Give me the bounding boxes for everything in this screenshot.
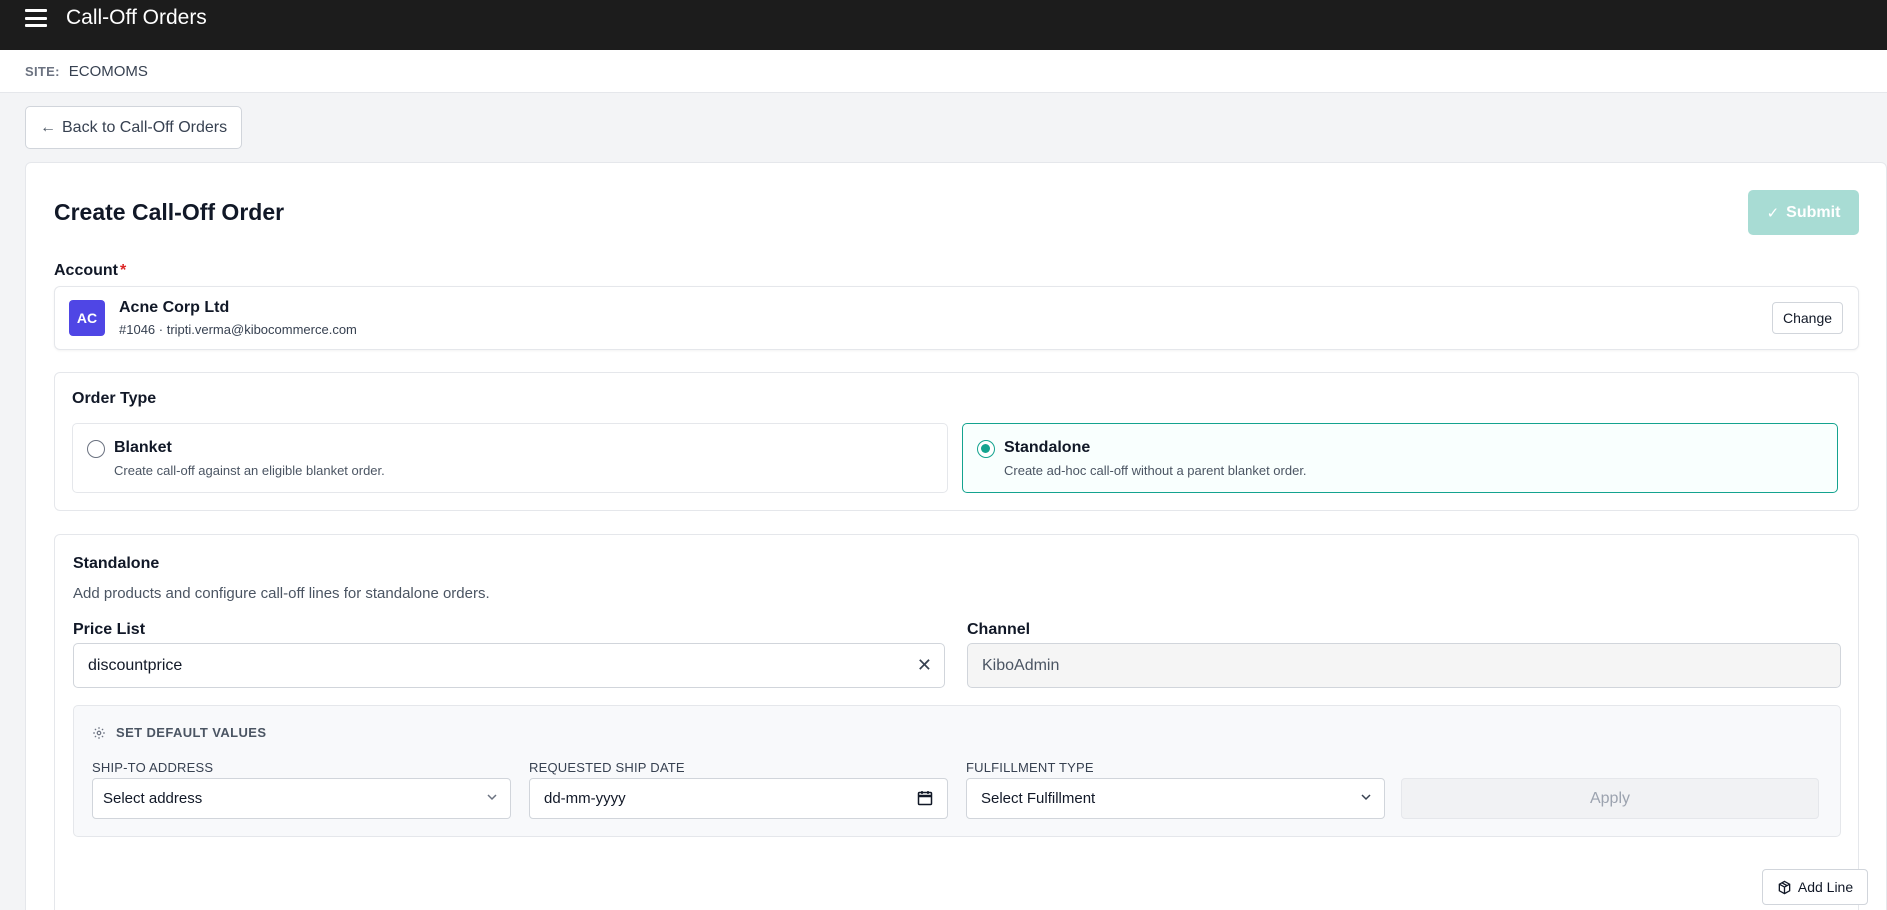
price-list-label: Price List: [73, 621, 146, 638]
calendar-icon[interactable]: [917, 790, 933, 806]
default-values-panel: SET DEFAULT VALUES SHIP-TO ADDRESS Selec…: [73, 705, 1841, 837]
option-title: Blanket: [114, 439, 172, 456]
chevron-down-icon: [487, 794, 497, 801]
price-list-input[interactable]: discountprice ✕: [73, 643, 945, 688]
ship-to-select[interactable]: Select address: [92, 778, 511, 819]
gear-icon: [93, 726, 105, 739]
default-values-title: SET DEFAULT VALUES: [116, 725, 267, 740]
standalone-section: Standalone Add products and configure ca…: [54, 534, 1868, 910]
back-button-label: Back to Call-Off Orders: [62, 118, 228, 136]
option-description: Create call-off against an eligible blan…: [114, 463, 385, 478]
standalone-description: Add products and configure call-off line…: [73, 585, 490, 602]
account-details: #1046 · tripti.verma@kibocommerce.com: [119, 322, 357, 337]
clear-icon[interactable]: ✕: [917, 656, 932, 674]
order-type-option-standalone[interactable]: Standalone Create ad-hoc call-off withou…: [962, 423, 1838, 493]
fulfillment-select[interactable]: Select Fulfillment: [966, 778, 1385, 819]
create-order-card: Create Call-Off Order ✓ Submit Account * …: [25, 162, 1887, 910]
site-label: SITE:: [25, 63, 60, 79]
option-description: Create ad-hoc call-off without a parent …: [1004, 463, 1307, 478]
account-label-text: Account: [54, 262, 118, 279]
submit-button[interactable]: ✓ Submit: [1748, 190, 1859, 235]
add-line-button[interactable]: Add Line: [1762, 869, 1868, 905]
account-summary: AC Acne Corp Ltd #1046 · tripti.verma@ki…: [54, 286, 1859, 350]
chevron-down-icon: [1361, 794, 1371, 801]
channel-field: KiboAdmin: [967, 643, 1841, 688]
channel-label: Channel: [967, 621, 1031, 638]
radio-standalone[interactable]: [977, 440, 995, 458]
package-icon: [1778, 880, 1791, 894]
submit-button-label: Submit: [1786, 203, 1841, 221]
app-title: Call-Off Orders: [66, 6, 207, 29]
default-values-header: SET DEFAULT VALUES: [92, 725, 266, 740]
fulfillment-label: FULFILLMENT TYPE: [966, 760, 1094, 775]
site-bar: SITE: ECOMOMS: [0, 50, 1887, 93]
top-bar: Call-Off Orders: [0, 0, 1887, 50]
check-icon: ✓: [1766, 204, 1780, 222]
ship-to-value: Select address: [103, 790, 203, 807]
ship-to-label: SHIP-TO ADDRESS: [92, 760, 214, 775]
required-mark: *: [120, 262, 127, 279]
site-value: ECOMOMS: [68, 62, 148, 80]
price-list-value: discountprice: [88, 656, 183, 674]
back-button[interactable]: ← Back to Call-Off Orders: [25, 106, 243, 149]
avatar: AC: [69, 300, 105, 336]
ship-date-input[interactable]: dd-mm-yyyy: [529, 778, 948, 819]
order-type-title: Order Type: [72, 390, 157, 407]
order-type-option-blanket[interactable]: Blanket Create call-off against an eligi…: [72, 423, 948, 493]
account-label: Account *: [54, 262, 126, 280]
account-name: Acne Corp Ltd: [119, 299, 230, 316]
ship-date-value: dd-mm-yyyy: [544, 790, 626, 807]
arrow-left-icon: ←: [40, 118, 56, 136]
change-account-button[interactable]: Change: [1772, 302, 1843, 334]
fulfillment-value: Select Fulfillment: [981, 790, 1096, 807]
channel-value: KiboAdmin: [982, 656, 1060, 674]
radio-blanket[interactable]: [87, 440, 105, 458]
menu-icon[interactable]: [25, 9, 47, 27]
apply-button[interactable]: Apply: [1401, 778, 1819, 819]
add-line-label: Add Line: [1797, 879, 1854, 895]
page-title: Create Call-Off Order: [54, 199, 285, 225]
order-type-section: Order Type Blanket Create call-off again…: [54, 372, 1859, 511]
standalone-title: Standalone: [73, 555, 160, 572]
ship-date-label: REQUESTED SHIP DATE: [529, 760, 685, 775]
option-title: Standalone: [1004, 439, 1091, 456]
